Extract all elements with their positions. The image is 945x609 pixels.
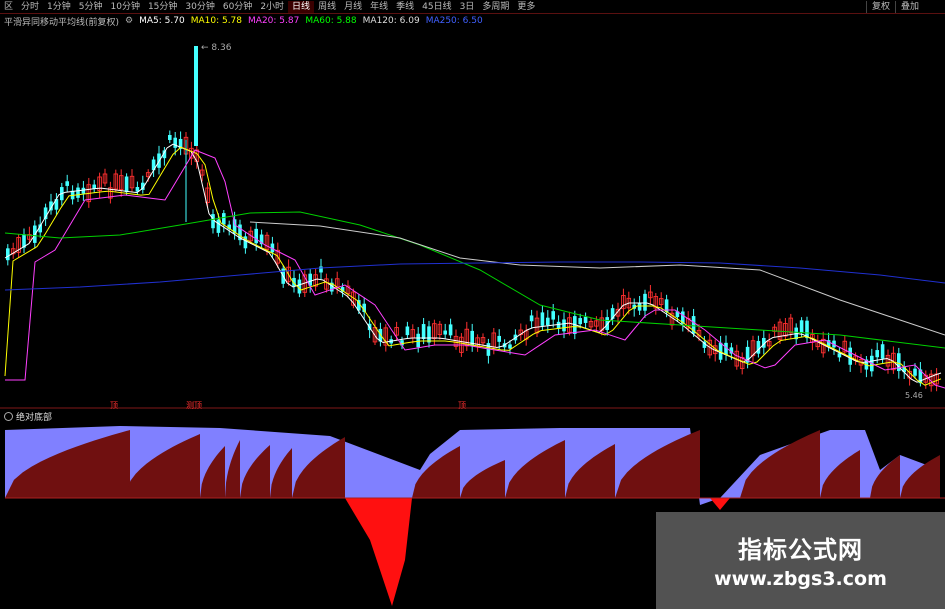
candle-body [297,279,302,294]
candle-body [546,317,550,326]
ma250-line [4,261,945,291]
candle-body [540,312,545,326]
candle-body [222,213,226,225]
candle-body [76,187,80,198]
signal-marker: 顶 [458,401,466,410]
ma120-line [249,221,945,336]
indicator-toggle-icon[interactable] [4,412,13,421]
ma10-line [4,146,942,386]
ma60-line [4,211,945,349]
candle-body [875,350,879,358]
candle-body [643,293,647,311]
candle-body [497,335,501,342]
candle-body [756,340,761,354]
candle-body [913,368,917,376]
candle-body [578,318,582,325]
indicator-name: 绝对底部 [16,413,53,423]
watermark: 指标公式网 www.zbgs3.com [656,512,945,609]
candle-body [508,344,512,349]
signal-marker: 顶 [110,401,118,410]
candle-body [583,316,588,323]
indicator-red-spike [345,498,412,606]
low-price-label: 5.46 [905,391,923,400]
candle-body [556,321,561,329]
candle-body [421,324,426,339]
candle-body [880,344,885,359]
indicator-title[interactable]: 绝对底部 [4,410,52,423]
candle-body [529,315,534,322]
ma20-line [5,149,945,389]
signal-marker: 测顶 [186,401,202,410]
candle-body [448,324,453,336]
spike-candle [194,46,198,146]
candle-body [443,330,447,335]
candle-body [551,311,555,320]
candle-body [799,320,804,333]
watermark-name: 指标公式网 [738,536,863,564]
candle-body [168,135,172,140]
candle-body [124,176,129,193]
candle-body [173,137,177,148]
candle-body [562,319,566,332]
candle-body [254,228,258,244]
watermark-url: www.zbgs3.com [714,568,887,590]
candle-body [427,326,431,343]
candle-body [65,181,69,186]
candle-body [216,219,221,233]
candle-body [6,248,10,261]
peak-price-label: ← 8.36 [201,43,232,53]
indicator-red-spike [710,498,730,510]
candle-body [637,302,642,311]
candle-body [405,326,410,336]
candle-body [416,333,420,348]
